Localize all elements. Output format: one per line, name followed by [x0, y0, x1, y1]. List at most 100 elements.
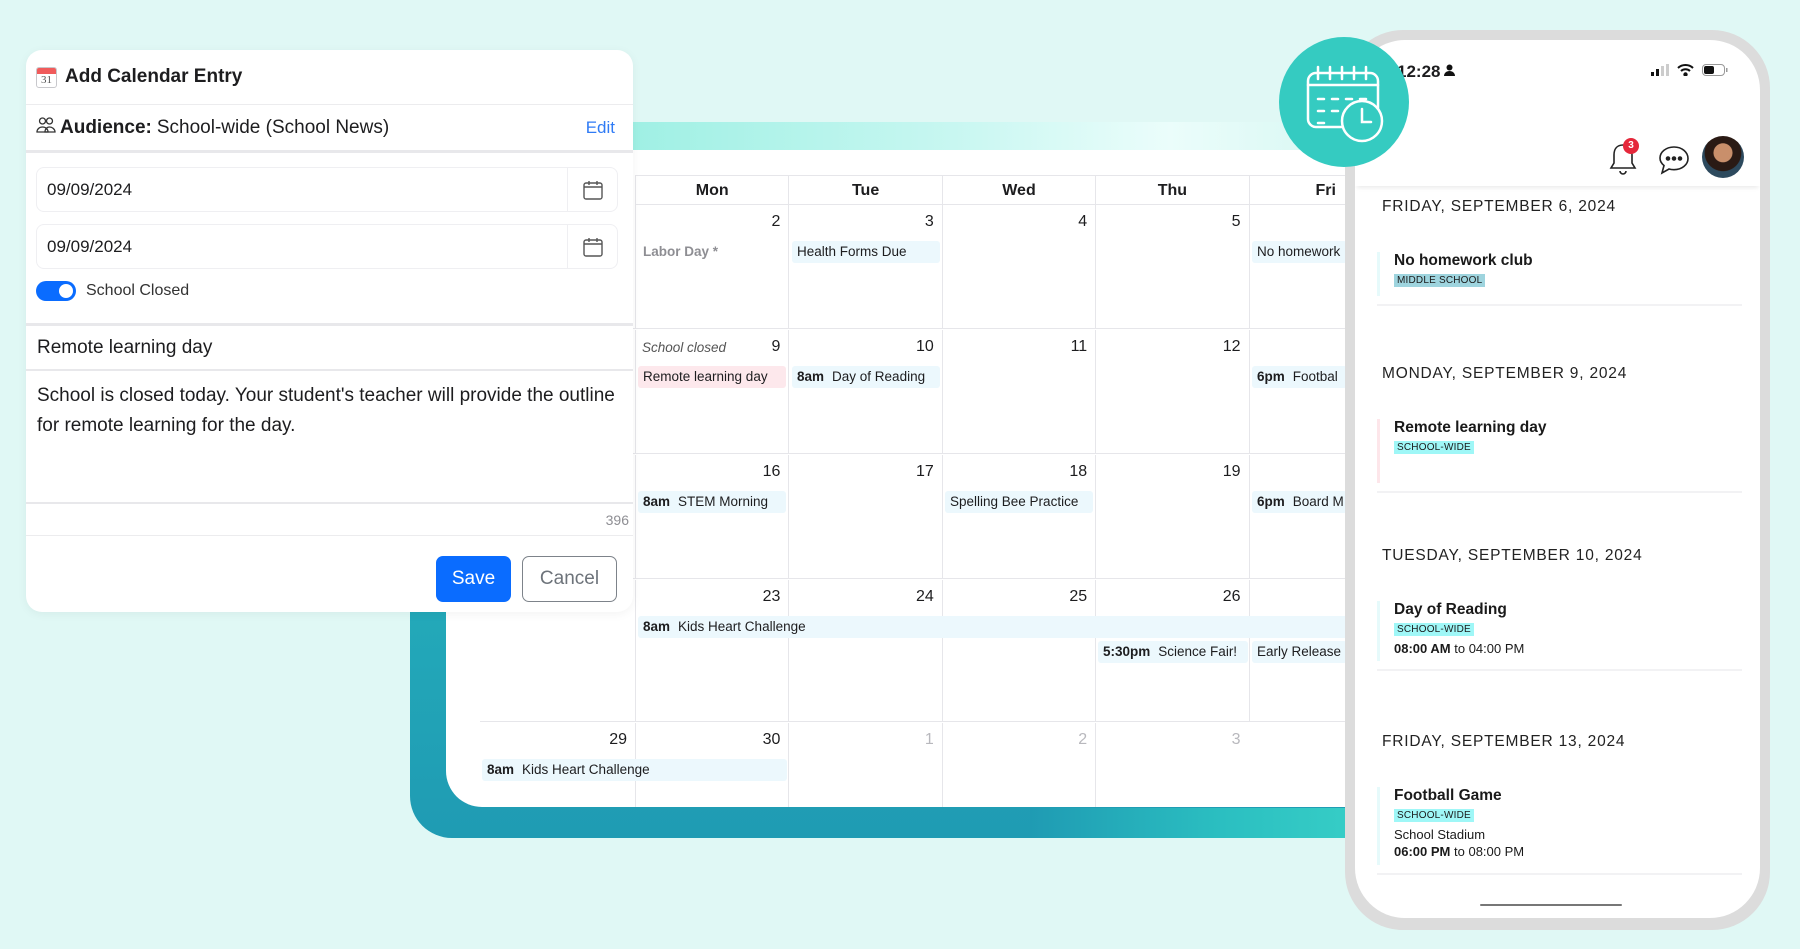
calendar-day[interactable]: School closed 9 — [635, 330, 788, 453]
calendar-day[interactable]: 11 — [941, 330, 1095, 453]
cancel-button[interactable]: Cancel — [522, 556, 617, 602]
day-header-fri: Fri — [1248, 175, 1350, 205]
phone-screen: 12:28 3 FRIDAY, SEPTEMBER 6, 2024 No hom… — [1355, 40, 1760, 918]
date-picker-icon[interactable] — [567, 225, 617, 268]
calendar-icon: 31 — [36, 66, 57, 88]
event-title: Remote learning day — [1394, 419, 1547, 436]
calendar-day[interactable]: 10 — [788, 330, 941, 453]
event-time: 06:00 PM to 08:00 PM — [1394, 844, 1525, 859]
calendar-event[interactable]: 8am Kids Heart Challenge — [482, 759, 787, 781]
calendar-day[interactable]: 23 — [635, 580, 788, 721]
calendar-day[interactable]: 16 — [635, 455, 788, 578]
calendar-day[interactable]: 3 — [788, 205, 941, 328]
calendar-day[interactable]: 19 — [1095, 455, 1248, 578]
calendar-event[interactable]: Remote learning day — [638, 366, 786, 388]
calendar-day[interactable]: 5 — [1095, 205, 1248, 328]
messages-icon[interactable] — [1657, 144, 1691, 181]
calendar-event[interactable]: 6pm Board M — [1252, 491, 1347, 513]
calendar-day[interactable]: 1 — [788, 723, 941, 807]
calendar-day[interactable] — [1248, 455, 1350, 578]
school-closed-note: School closed — [642, 340, 727, 355]
calendar-event[interactable]: 8am Kids Heart Challenge — [638, 616, 1350, 638]
event-title: No homework club — [1394, 252, 1533, 269]
calendar-day[interactable] — [1248, 330, 1350, 453]
feed-event-item[interactable]: Football Game SCHOOL-WIDE School Stadium… — [1377, 787, 1742, 875]
description-textarea[interactable]: School is closed today. Your student's t… — [26, 371, 633, 504]
calendar-event[interactable]: Labor Day * — [638, 241, 786, 263]
user-avatar[interactable] — [1702, 136, 1744, 178]
calendar-day[interactable]: 3 — [1095, 723, 1248, 807]
calendar-day[interactable] — [1248, 205, 1350, 328]
status-bar: 12:28 — [1397, 62, 1728, 82]
event-title: Football Game — [1394, 787, 1502, 804]
notification-count-badge: 3 — [1623, 138, 1639, 154]
day-number: 26 — [1222, 588, 1241, 605]
school-closed-toggle[interactable] — [36, 281, 76, 301]
day-number: 3 — [1231, 731, 1241, 748]
day-number: 5 — [1231, 213, 1241, 230]
calendar-event[interactable]: 8am STEM Morning — [638, 491, 786, 513]
audience-label: Audience: — [60, 116, 152, 138]
start-date-value: 09/09/2024 — [47, 179, 133, 199]
day-number: 16 — [762, 463, 781, 480]
day-number: 3 — [924, 213, 934, 230]
day-header-mon: Mon — [635, 175, 789, 205]
end-date-input[interactable]: 09/09/2024 — [36, 224, 618, 269]
calendar-day[interactable]: 17 — [788, 455, 941, 578]
calendar-clock-icon — [1279, 37, 1409, 167]
calendar-day[interactable]: 12 — [1095, 330, 1248, 453]
calendar-event[interactable]: Early Release a — [1252, 641, 1347, 663]
person-icon — [1444, 63, 1456, 81]
dialog-title: Add Calendar Entry — [65, 66, 243, 87]
signal-icon — [1651, 63, 1669, 81]
calendar-day-headers: Mon Tue Wed Thu Fri — [635, 175, 1350, 205]
calendar-day[interactable]: 18 — [941, 455, 1095, 578]
calendar-week: 29 30 1 2 3 8am Kids Heart Challenge — [480, 723, 1249, 807]
decorative-band — [630, 122, 1350, 152]
wifi-icon — [1677, 63, 1694, 81]
day-number: 17 — [915, 463, 934, 480]
event-title: Day of Reading — [1394, 601, 1507, 618]
edit-audience-link[interactable]: Edit — [586, 118, 615, 138]
calendar-day[interactable]: 25 — [941, 580, 1095, 721]
calendar-day[interactable]: 24 — [788, 580, 941, 721]
calendar-event[interactable]: 5:30pm Science Fair! — [1098, 641, 1248, 663]
school-closed-label: School Closed — [86, 282, 190, 299]
save-button[interactable]: Save — [436, 556, 511, 602]
end-date-value: 09/09/2024 — [47, 236, 133, 256]
calendar-day[interactable]: 2 — [941, 723, 1095, 807]
feed-event-item[interactable]: Day of Reading SCHOOL-WIDE 08:00 AM to 0… — [1377, 601, 1742, 671]
calendar-event[interactable]: Health Forms Due — [792, 241, 940, 263]
day-number: 23 — [762, 588, 781, 605]
feed-event-item[interactable]: No homework club MIDDLE SCHOOL — [1377, 252, 1742, 306]
battery-icon — [1702, 63, 1728, 81]
calendar-day[interactable]: 2 — [635, 205, 788, 328]
character-count: 396 — [605, 512, 629, 528]
event-location: School Stadium — [1394, 827, 1486, 842]
audience-tag: SCHOOL-WIDE — [1394, 623, 1474, 636]
day-number: 4 — [1078, 213, 1088, 230]
day-number: 11 — [1070, 338, 1088, 355]
day-number: 30 — [762, 731, 781, 748]
app-header: 3 — [1355, 100, 1760, 186]
date-picker-icon[interactable] — [567, 168, 617, 211]
day-number: 9 — [771, 338, 781, 355]
feed-date-heading: FRIDAY, SEPTEMBER 13, 2024 — [1382, 733, 1626, 750]
day-number: 18 — [1069, 463, 1088, 480]
day-number: 10 — [915, 338, 934, 355]
calendar-event[interactable]: 8am Day of Reading — [792, 366, 940, 388]
calendar-event[interactable]: No homework — [1252, 241, 1347, 263]
home-indicator[interactable] — [1480, 904, 1622, 906]
feed-date-heading: MONDAY, SEPTEMBER 9, 2024 — [1382, 365, 1628, 382]
event-time: 08:00 AM to 04:00 PM — [1394, 641, 1525, 656]
feed-date-heading: TUESDAY, SEPTEMBER 10, 2024 — [1382, 547, 1643, 564]
calendar-event[interactable]: 6pm Footbal — [1252, 366, 1347, 388]
dialog-header: 31 Add Calendar Entry — [26, 50, 633, 105]
calendar-day[interactable]: 4 — [941, 205, 1095, 328]
audience-tag: SCHOOL-WIDE — [1394, 441, 1474, 454]
feed-event-item[interactable]: Remote learning day SCHOOL-WIDE — [1377, 419, 1742, 493]
calendar-event[interactable]: Spelling Bee Practice — [945, 491, 1093, 513]
subject-input[interactable]: Remote learning day — [26, 323, 633, 371]
start-date-input[interactable]: 09/09/2024 — [36, 167, 618, 212]
audience-tag: SCHOOL-WIDE — [1394, 809, 1474, 822]
